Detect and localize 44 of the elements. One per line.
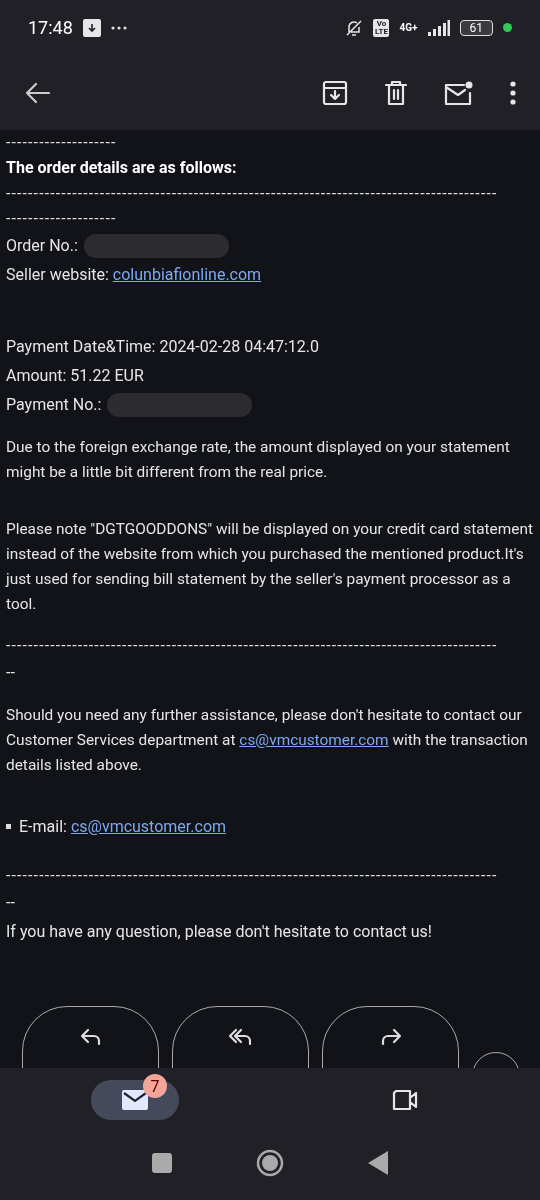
body-text: If you have any question, please don't hesitate to contact us!	[6, 921, 432, 943]
mail-tab[interactable]	[91, 1080, 179, 1120]
clock: 17:48	[28, 17, 73, 38]
back-button[interactable]	[24, 80, 52, 105]
dashed-separator: -----------------------------------------------------------------------------------------	[6, 865, 499, 887]
dashed-separator: -----------------------------------------------------------------------------------------	[6, 183, 499, 205]
body-text: Amount: 51.22 EUR	[6, 365, 144, 387]
back-nav-button[interactable]	[368, 1151, 388, 1175]
paragraph: Due to the foreign exchange rate, the amount displayed on your statement might be a little bit different from the real price.	[6, 437, 511, 483]
battery-indicator: 61	[459, 19, 493, 36]
body-text: Seller website: colunbiafionline.com	[6, 264, 262, 286]
network-type: 4G+	[399, 22, 418, 33]
paragraph: Please note "DGTGOODDONS" will be displayed on your credit card statement instead of the website from which you purchased the mentioned product.It's just used for sending bill statement by the seller's payment processor as a tool.	[6, 519, 534, 615]
video-camera-icon	[390, 1088, 420, 1112]
field-label: Order No.:	[6, 235, 78, 257]
paragraph: Should you need any further assistance, please don't hesitate to contact our Customer Services department at cs@vmcustomer.com with the transaction details listed above.	[6, 705, 529, 776]
body-text: --	[6, 662, 15, 684]
volte-indicator: Vo LTE	[373, 18, 390, 37]
privacy-indicator-icon	[503, 23, 512, 32]
email-link[interactable]: cs@vmcustomer.com	[70, 817, 227, 836]
website-link[interactable]: colunbiafionline.com	[112, 265, 262, 284]
bullet-icon	[6, 824, 11, 829]
reply-icon	[78, 1027, 103, 1047]
muted-bell-icon	[345, 18, 364, 37]
more-options-button[interactable]	[510, 80, 516, 105]
more-notifications-icon	[110, 25, 127, 30]
signal-icon	[427, 19, 450, 36]
dashed-separator: -----------------------------------------------------------------------------------------	[6, 635, 499, 657]
email-link[interactable]: cs@vmcustomer.com	[239, 731, 389, 749]
delete-button[interactable]	[384, 79, 408, 106]
home-button[interactable]	[256, 1149, 284, 1177]
section-heading: The order details are as follows:	[6, 157, 238, 179]
unread-count-badge: 7	[143, 1074, 167, 1098]
reply-all-icon	[227, 1027, 254, 1047]
archive-button[interactable]	[322, 79, 348, 106]
body-text: E-mail: cs@vmcustomer.com	[19, 816, 227, 838]
field-label: Payment No.:	[6, 394, 102, 416]
dashed-separator: --------------------	[6, 132, 118, 154]
mark-unread-button[interactable]	[444, 79, 474, 106]
download-notification-icon	[82, 18, 101, 37]
body-text: Payment Date&Time: 2024-02-28 04:47:12.0	[6, 336, 320, 358]
mail-icon	[121, 1089, 149, 1111]
dashed-separator: --------------------	[6, 208, 118, 230]
body-text: --	[6, 892, 15, 914]
